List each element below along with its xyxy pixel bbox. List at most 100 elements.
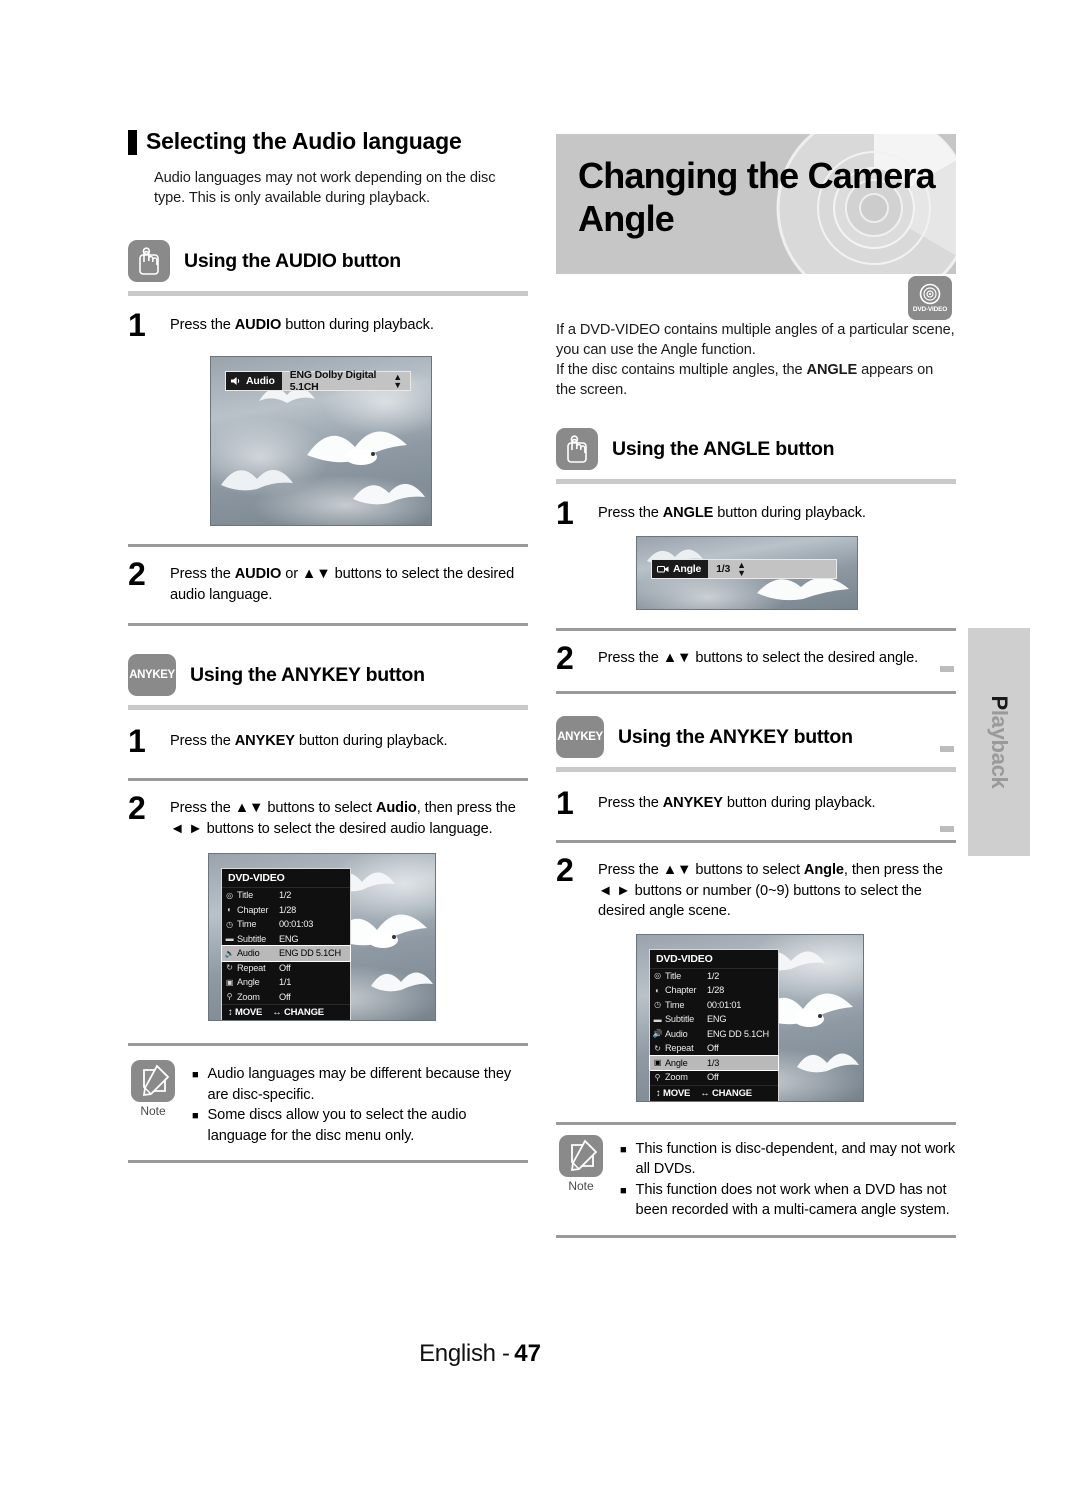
note-item: ■ This function does not work when a DVD… [620, 1180, 956, 1221]
osd-row-name: Time [237, 919, 257, 930]
osd-row-name: Title [237, 890, 254, 901]
dvd-badge-row: DVD-VIDEO [556, 274, 956, 320]
step-item: 1 Press the ANYKEY button during playbac… [556, 785, 956, 821]
seagull [221, 469, 293, 491]
chapter-icon: ◐ [655, 985, 660, 995]
step-text: Press the ▲▼ buttons to select the desir… [598, 643, 918, 669]
step-text: Press the ▲▼ buttons to select Audio, th… [170, 793, 528, 839]
osd-row-zoom[interactable]: ⚲ Zoom Off [222, 990, 350, 1005]
audio-anykey-osd-screenshot: DVD-VIDEO ◎ Title 1/2 ◐ Chapter 1/28 ◷ T… [208, 853, 436, 1021]
section-title-text: Selecting the Audio language [146, 128, 462, 154]
hand-press-button-icon [128, 240, 170, 282]
anykey-heading: Using the ANYKEY button [190, 663, 425, 686]
osd-row-subtitle[interactable]: ▬ Subtitle ENG [650, 1012, 778, 1027]
footer-page-number: 47 [514, 1340, 541, 1367]
note-label: Note [140, 1104, 166, 1118]
note-label: Note [568, 1178, 594, 1193]
right-intro-paragraph-2: If the disc contains multiple angles, th… [556, 360, 956, 400]
osd-row-zoom[interactable]: ⚲ Zoom Off [650, 1070, 778, 1085]
osd-row-chapter[interactable]: ◐ Chapter 1/28 [650, 983, 778, 998]
osd-row-name: Audio [237, 948, 260, 959]
section-tab-rest: layback [987, 709, 1012, 789]
right-column: Changing the Camera Angle DVD-VIDEO If a… [556, 0, 956, 1238]
intro-text-before: If the disc contains multiple angles, th… [556, 362, 807, 378]
step-text: Press the ▲▼ buttons to select Angle, th… [598, 855, 956, 922]
osd-row-audio[interactable]: 🔊 Audio ENG DD 5.1CH [221, 945, 351, 962]
zoom-icon: ⚲ [654, 1072, 661, 1082]
osd-row-name: Angle [237, 977, 260, 988]
change-label: CHANGE [283, 1007, 324, 1018]
step-number: 2 [556, 640, 574, 676]
osd-row-title[interactable]: ◎ Title 1/2 [650, 969, 778, 984]
step-text-before: Press the [170, 566, 235, 582]
osd-row-repeat[interactable]: ↻ Repeat Off [222, 961, 350, 976]
step-item: 1 Press the ANYKEY button during playbac… [128, 725, 528, 757]
section-tab-first-letter: P [987, 695, 1012, 710]
step-text: Press the ANGLE button during playback. [598, 498, 866, 524]
hand-press-button-icon-glyph [139, 247, 159, 275]
subtitle-icon: ▬ [225, 934, 234, 944]
divider [128, 1160, 528, 1163]
up-down-arrows-icon: ▲ ▼ [737, 560, 746, 578]
bullet-icon: ■ [620, 1184, 627, 1197]
osd-row-value: 1/1 [279, 977, 292, 988]
osd-row-subtitle[interactable]: ▬ Subtitle ENG [222, 932, 350, 947]
step-item: 1 Press the AUDIO button during playback… [128, 309, 528, 341]
audio-osd-banner: Audio ENG Dolby Digital 5.1CH ▲ ▼ [225, 369, 411, 393]
osd-row-angle[interactable]: ▣ Angle 1/1 [222, 975, 350, 990]
osd-menu-title: DVD-VIDEO [650, 950, 778, 969]
step-text-before: Press the [598, 505, 663, 521]
step-text-before: Press the [170, 733, 235, 749]
divider [556, 1234, 956, 1238]
anykey-section-header: ANYKEY Using the ANYKEY button [128, 654, 528, 696]
osd-row-time[interactable]: ◷ Time 00:01:01 [650, 998, 778, 1013]
footer-language-label: English - [419, 1340, 510, 1367]
audio-banner-value: ENG Dolby Digital 5.1CH ▲ ▼ [282, 369, 410, 393]
manual-page: Selecting the Audio language Audio langu… [0, 0, 1080, 1487]
step-text-before: Press the [598, 795, 663, 811]
step-text-bold: ANYKEY [234, 733, 295, 749]
step-text-bold: ANYKEY [662, 795, 723, 811]
step-text-before: Press the ▲▼ buttons to select [598, 862, 804, 878]
osd-row-audio[interactable]: 🔊 Audio ENG DD 5.1CH [650, 1027, 778, 1042]
speaker-icon: 🔊 [652, 1029, 663, 1039]
right-intro-paragraph-1: If a DVD-VIDEO contains multiple angles … [556, 322, 955, 358]
subtitle-icon: ▬ [653, 1014, 662, 1024]
clock-icon: ◷ [226, 919, 233, 929]
osd-row-angle[interactable]: ▣ Angle 1/3 [649, 1054, 779, 1071]
osd-row-repeat[interactable]: ↻ Repeat Off [650, 1041, 778, 1056]
title-bar-marker [128, 130, 137, 155]
pencil-note-icon [559, 1134, 603, 1177]
repeat-icon: ↻ [654, 1043, 661, 1053]
pencil-note-icon-glyph [570, 1139, 598, 1171]
step-text-after: button during playback. [713, 505, 866, 521]
chapter-header: Changing the Camera Angle [556, 134, 956, 274]
page-footer: English - 47 [0, 1340, 1080, 1368]
osd-menu-footer: ↕ MOVE ↔ CHANGE [222, 1004, 350, 1020]
dvd-disc-icon [919, 283, 941, 305]
anykey-heading: Using the ANYKEY button [618, 725, 853, 748]
step-item: 2 Press the ▲▼ buttons to select Angle, … [556, 854, 956, 922]
osd-row-chapter[interactable]: ◐ Chapter 1/28 [222, 903, 350, 918]
audio-banner-label: Audio [226, 372, 282, 390]
hand-press-button-icon [556, 428, 598, 470]
bullet-icon: ■ [192, 1110, 199, 1122]
angle-osd-screenshot: Angle 1/3 ▲ ▼ [636, 536, 858, 610]
osd-row-name: Title [665, 970, 682, 981]
chapter-icon: ◐ [227, 905, 232, 915]
step-text-after: button during playback. [281, 317, 434, 333]
osd-row-title[interactable]: ◎ Title 1/2 [222, 888, 350, 903]
title-icon: ◎ [226, 890, 233, 900]
step-text-bold: Audio [375, 800, 417, 816]
osd-row-value: 00:01:03 [279, 919, 314, 930]
section-tab-playback: Playback [968, 628, 1030, 856]
bullet-icon: ■ [192, 1069, 199, 1081]
note-list: ■ This function is disc-dependent, and m… [620, 1135, 956, 1221]
note-list: ■ Audio languages may be different becau… [192, 1060, 528, 1146]
step-item: 2 Press the ▲▼ buttons to select the des… [556, 640, 956, 676]
angle-osd-banner: Angle 1/3 ▲ ▼ [651, 559, 837, 579]
step-number: 1 [556, 785, 574, 821]
note-icon-column: Note [556, 1134, 606, 1193]
up-down-arrows-icon: ▲ ▼ [393, 372, 402, 390]
osd-row-time[interactable]: ◷ Time 00:01:03 [222, 917, 350, 932]
